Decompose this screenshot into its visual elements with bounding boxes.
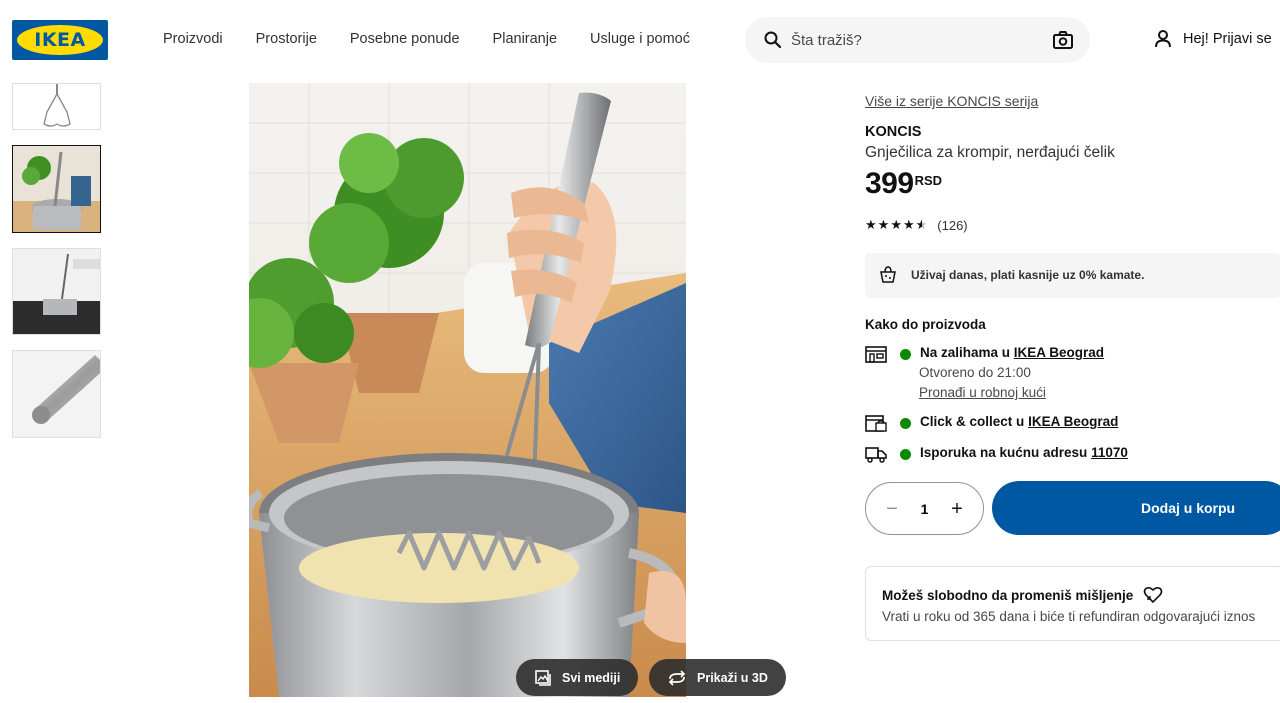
thumbnail-2[interactable]	[12, 145, 101, 233]
heart-return-icon	[1144, 586, 1163, 604]
star-icon: ★	[902, 217, 915, 232]
financing-banner[interactable]: Uživaj danas, plati kasnije uz 0% kamate…	[865, 253, 1280, 298]
product-main-image[interactable]	[249, 83, 686, 697]
find-in-store-link[interactable]: Pronađi u robnoj kući	[919, 385, 1046, 400]
ikea-logo[interactable]: IKEA	[12, 20, 108, 60]
in-stock-dot	[900, 349, 911, 360]
product-rating[interactable]: ★ ★ ★ ★ ★ (126)	[865, 217, 968, 233]
nav-item-planning[interactable]: Planiranje	[493, 31, 558, 47]
stock-text: Na zalihama u IKEA Beograd	[920, 345, 1104, 360]
return-policy-box[interactable]: Možeš slobodno da promeniš mišljenje Vra…	[865, 566, 1280, 641]
nav-item-offers[interactable]: Posebne ponude	[350, 31, 460, 47]
click-collect-store-link[interactable]: IKEA Beograd	[1028, 414, 1118, 429]
stock-row: Na zalihama u IKEA Beograd	[865, 345, 1104, 363]
nav-item-rooms[interactable]: Prostorije	[256, 31, 317, 47]
return-title-row: Možeš slobodno da promeniš mišljenje	[882, 586, 1163, 604]
price-currency: RSD	[914, 173, 943, 188]
search-bar[interactable]	[745, 17, 1090, 63]
delivery-prefix: Isporuka na kućnu adresu	[920, 445, 1088, 460]
click-collect-prefix: Click & collect u	[920, 414, 1025, 429]
series-link[interactable]: Više iz serije KONCIS serija	[865, 93, 1038, 109]
add-to-cart-label: Dodaj u korpu	[1141, 500, 1236, 516]
camera-icon[interactable]	[1052, 30, 1074, 50]
click-collect-icon	[865, 415, 887, 432]
decrease-quantity-button[interactable]: −	[882, 499, 902, 519]
stock-store-link[interactable]: IKEA Beograd	[1014, 345, 1104, 360]
click-collect-text: Click & collect u IKEA Beograd	[920, 414, 1118, 429]
open-hours: Otvoreno do 21:00	[919, 365, 1031, 380]
site-header: IKEA Proizvodi Prostorije Posebne ponude…	[0, 0, 1280, 80]
nav-item-products[interactable]: Proizvodi	[163, 31, 223, 47]
rating-count: (126)	[937, 217, 968, 233]
logo-oval: IKEA	[17, 25, 103, 55]
availability-title: Kako do proizvoda	[865, 317, 986, 332]
thumbnail-4[interactable]	[12, 350, 101, 438]
search-input[interactable]	[791, 27, 1041, 53]
product-price: 399RSD	[865, 167, 942, 201]
return-text: Vrati u roku od 365 dana i biće ti refun…	[882, 609, 1256, 624]
logo-text: IKEA	[34, 29, 86, 51]
click-collect-dot	[900, 418, 911, 429]
rating-stars: ★ ★ ★ ★ ★	[865, 217, 928, 233]
login-label: Hej! Prijavi se	[1183, 31, 1272, 47]
rotate-3d-icon	[668, 669, 686, 686]
increase-quantity-button[interactable]: +	[947, 499, 967, 519]
gallery-icon	[535, 669, 551, 686]
star-icon: ★	[890, 217, 902, 232]
price-value: 399	[865, 167, 914, 200]
quantity-input[interactable]	[909, 500, 940, 517]
stock-prefix: Na zalihama u	[920, 345, 1011, 360]
all-media-button[interactable]: Svi mediji	[516, 659, 639, 696]
delivery-zip-link[interactable]: 11070	[1091, 445, 1128, 460]
delivery-text: Isporuka na kućnu adresu 11070	[920, 445, 1128, 460]
return-title: Možeš slobodno da promeniš mišljenje	[882, 587, 1134, 603]
star-icon: ★	[865, 217, 877, 232]
login-link[interactable]: Hej! Prijavi se	[1153, 29, 1272, 49]
person-icon	[1155, 30, 1171, 48]
half-star-icon: ★	[915, 217, 928, 232]
financing-text: Uživaj danas, plati kasnije uz 0% kamate…	[911, 268, 1145, 282]
product-description: Gnječilica za krompir, nerđajući čelik	[865, 144, 1115, 161]
view-3d-button[interactable]: Prikaži u 3D	[649, 659, 786, 696]
store-icon	[865, 346, 887, 363]
add-to-cart-button[interactable]: Dodaj u korpu	[992, 481, 1280, 535]
truck-icon	[865, 447, 887, 463]
quantity-stepper: − +	[865, 482, 984, 535]
click-collect-row: Click & collect u IKEA Beograd	[865, 414, 1118, 432]
thumbnail-3[interactable]	[12, 248, 101, 335]
nav-item-services[interactable]: Usluge i pomoć	[590, 31, 690, 47]
delivery-row: Isporuka na kućnu adresu 11070	[865, 445, 1128, 463]
star-icon: ★	[877, 217, 890, 232]
main-nav: Proizvodi Prostorije Posebne ponude Plan…	[163, 31, 690, 47]
shopping-bag-icon	[880, 266, 896, 283]
thumbnail-1[interactable]	[12, 83, 101, 130]
search-icon[interactable]	[763, 30, 783, 50]
view-3d-label: Prikaži u 3D	[697, 670, 768, 685]
all-media-label: Svi mediji	[562, 670, 621, 685]
delivery-dot	[900, 449, 911, 460]
product-name: KONCIS	[865, 124, 922, 140]
